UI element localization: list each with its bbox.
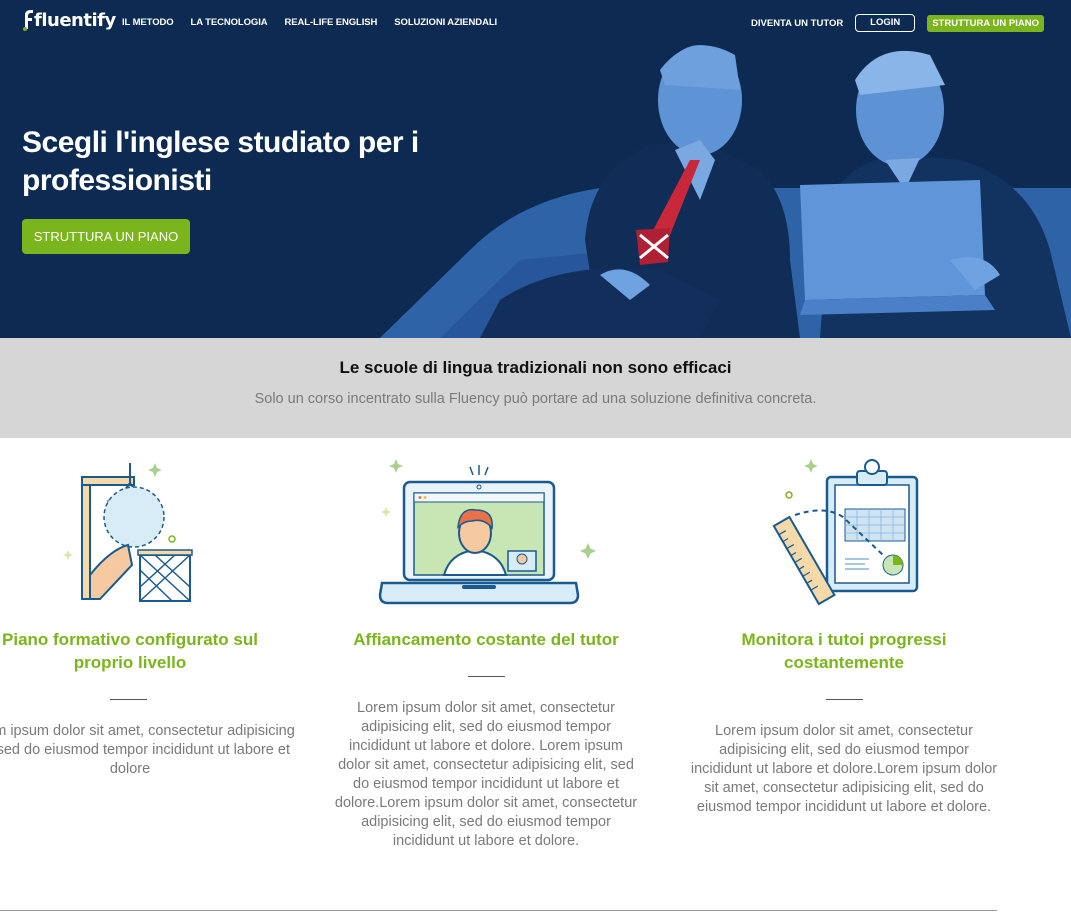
feature-progress-divider — [826, 699, 863, 700]
nav-link-real-life-english[interactable]: REAL-LIFE ENGLISH — [285, 17, 378, 28]
feature-tutor-text: Lorem ipsum dolor sit amet, consectetur … — [334, 700, 638, 849]
feature-level-text: Lorem ipsum dolor sit amet, consectetur … — [0, 723, 295, 777]
fluentify-logo-icon — [23, 10, 33, 31]
hero-title: Scegli l'inglese studiato per i professi… — [22, 126, 419, 197]
hero-plan-button[interactable]: STRUTTURA UN PIANO — [22, 219, 190, 254]
feature-level-title: Piano formativo configurato sul proprio … — [2, 630, 258, 672]
feature-tutor-divider — [468, 676, 505, 677]
band-title: Le scuole di lingua tradizionali non son… — [339, 358, 732, 377]
feature-tutor-title: Affiancamento costante del tutor — [353, 630, 619, 649]
login-button[interactable]: LOGIN — [855, 14, 916, 32]
fluentify-logo[interactable]: fluentify — [22, 9, 116, 31]
crane-level-illustration — [63, 463, 193, 602]
become-tutor-link[interactable]: DIVENTA UN TUTOR — [751, 18, 843, 29]
nav-link-metodo[interactable]: IL METODO — [122, 17, 174, 28]
nav-link-soluzioni-aziendali[interactable]: SOLUZIONI AZIENDALI — [394, 17, 497, 28]
top-navigation: fluentify IL METODO LA TECNOLOGIA REAL-L… — [0, 0, 1071, 46]
info-band: Le scuole di lingua tradizionali non son… — [0, 338, 1071, 438]
section-divider — [0, 910, 997, 911]
laptop-tutor-illustration — [378, 459, 596, 605]
nav-links: IL METODO LA TECNOLOGIA REAL-LIFE ENGLIS… — [122, 17, 497, 28]
nav-link-tecnologia[interactable]: LA TECNOLOGIA — [191, 17, 268, 28]
nav-plan-button[interactable]: STRUTTURA UN PIANO — [927, 14, 1044, 32]
feature-progress-text: Lorem ipsum dolor sit amet, consectetur … — [690, 723, 998, 815]
feature-level-divider — [110, 699, 147, 700]
logo-text: fluentify — [34, 9, 116, 31]
feature-progress-title: Monitora i tutoi progressi costantemente — [741, 630, 947, 672]
band-subtitle: Solo un corso incentrato sulla Fluency p… — [254, 391, 817, 407]
hero-section: fluentify IL METODO LA TECNOLOGIA REAL-L… — [0, 0, 1071, 338]
clipboard-progress-illustration — [772, 459, 919, 606]
nav-actions: DIVENTA UN TUTOR LOGIN STRUTTURA UN PIAN… — [751, 14, 1044, 32]
